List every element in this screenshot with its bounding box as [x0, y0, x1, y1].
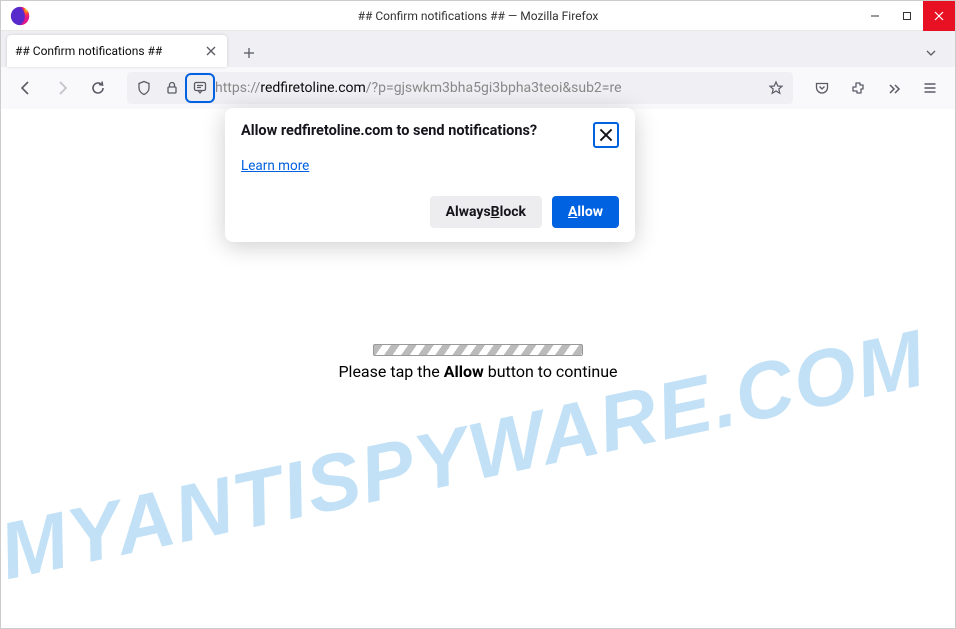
forward-button[interactable]	[47, 73, 77, 103]
block-label-rest: lock	[500, 204, 526, 220]
app-menu-icon[interactable]	[915, 73, 945, 103]
allow-button[interactable]: Allow	[552, 196, 619, 228]
tab-label: ## Confirm notifications ##	[15, 44, 203, 58]
instruction-after: button to continue	[484, 362, 618, 381]
instruction-text: Please tap the Allow button to continue	[338, 362, 617, 381]
tab-bar: ## Confirm notifications ##	[1, 31, 955, 67]
list-all-tabs-button[interactable]	[917, 39, 945, 67]
instruction-bold: Allow	[444, 362, 484, 381]
new-tab-button[interactable]	[235, 39, 263, 67]
always-block-button[interactable]: Always Block	[430, 196, 542, 228]
pocket-icon[interactable]	[807, 73, 837, 103]
shield-icon[interactable]	[131, 75, 157, 101]
window-title: ## Confirm notifications ## — Mozilla Fi…	[358, 9, 599, 23]
window-controls	[859, 1, 955, 30]
notification-header: Allow redfiretoline.com to send notifica…	[241, 122, 619, 148]
url-path: /?p=gjswkm3bha5gi3bpha3teoi&sub2=re	[366, 80, 622, 96]
extensions-icon[interactable]	[843, 73, 873, 103]
notification-popup: Allow redfiretoline.com to send notifica…	[225, 108, 635, 242]
close-button[interactable]	[923, 1, 955, 31]
tab-close-icon[interactable]	[203, 43, 219, 59]
lock-icon[interactable]	[159, 75, 185, 101]
url-text[interactable]: https://redfiretoline.com/?p=gjswkm3bha5…	[215, 80, 761, 96]
allow-label-rest: llow	[577, 204, 603, 220]
minimize-button[interactable]	[859, 1, 891, 31]
notification-title: Allow redfiretoline.com to send notifica…	[241, 122, 537, 139]
learn-more-link[interactable]: Learn more	[241, 158, 309, 174]
allow-label-underline: A	[568, 204, 577, 220]
firefox-icon	[9, 5, 31, 27]
loading-bar	[373, 344, 583, 356]
page-center-message: Please tap the Allow button to continue	[1, 344, 955, 381]
permissions-icon[interactable]	[187, 75, 213, 101]
url-scheme: https://	[215, 80, 260, 96]
tab-active[interactable]: ## Confirm notifications ##	[7, 35, 227, 67]
reload-button[interactable]	[83, 73, 113, 103]
window-titlebar: ## Confirm notifications ## — Mozilla Fi…	[1, 1, 955, 31]
back-button[interactable]	[11, 73, 41, 103]
notification-actions: Always Block Allow	[241, 196, 619, 228]
navigation-toolbar: https://redfiretoline.com/?p=gjswkm3bha5…	[1, 67, 955, 109]
bookmark-star-icon[interactable]	[763, 75, 789, 101]
overflow-icon[interactable]	[879, 73, 909, 103]
url-host: redfiretoline.com	[260, 80, 365, 96]
notification-close-button[interactable]	[593, 122, 619, 148]
instruction-before: Please tap the	[338, 362, 443, 381]
block-label-underline: B	[491, 204, 500, 220]
url-bar[interactable]: https://redfiretoline.com/?p=gjswkm3bha5…	[127, 72, 793, 104]
maximize-button[interactable]	[891, 1, 923, 31]
block-label-prefix: Always	[446, 204, 491, 220]
